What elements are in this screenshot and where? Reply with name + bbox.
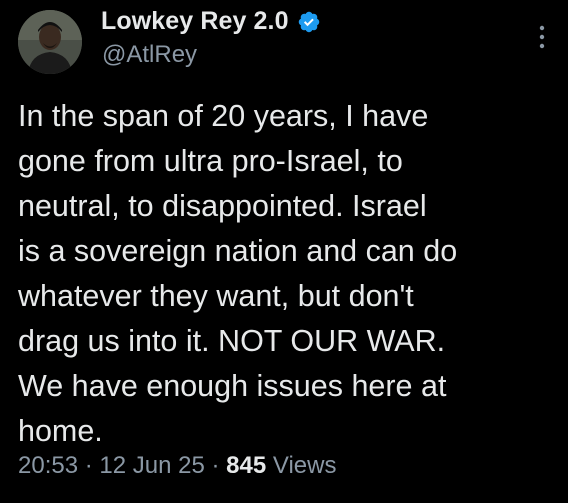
tweet-meta: 20:53 · 12 Jun 25 · 845 Views [18, 452, 336, 480]
tweet-text-line: gone from ultra pro-Israel, to [18, 144, 403, 178]
tweet-text-line: home. [18, 414, 103, 448]
tweet-time[interactable]: 20:53 [18, 452, 78, 479]
avatar-image [18, 10, 82, 74]
tweet-text-line: whatever they want, but don't [18, 279, 414, 313]
tweet-card: Lowkey Rey 2.0 @AtlRey In the span of 20… [0, 0, 568, 503]
views-label: Views [272, 452, 337, 479]
verified-badge-icon[interactable] [297, 10, 321, 34]
author-name-row[interactable]: Lowkey Rey 2.0 [101, 7, 321, 36]
more-options-icon[interactable] [538, 24, 546, 50]
tweet-text-line: In the span of 20 years, I have [18, 99, 429, 133]
avatar[interactable] [18, 10, 82, 74]
tweet-text-line: We have enough issues here at [18, 369, 447, 403]
author-display-name[interactable]: Lowkey Rey 2.0 [101, 7, 289, 36]
author-handle[interactable]: @AtlRey [102, 41, 197, 69]
tweet-text-line: neutral, to disappointed. Israel [18, 189, 427, 223]
tweet-text: In the span of 20 years, I have gone fro… [18, 94, 528, 454]
meta-separator: · [84, 452, 93, 479]
views-count[interactable]: 845 [226, 452, 266, 479]
tweet-text-line: drag us into it. NOT OUR WAR. [18, 324, 446, 358]
tweet-date[interactable]: 12 Jun 25 [99, 452, 204, 479]
tweet-text-line: is a sovereign nation and can do [18, 234, 458, 268]
meta-separator: · [211, 452, 220, 479]
